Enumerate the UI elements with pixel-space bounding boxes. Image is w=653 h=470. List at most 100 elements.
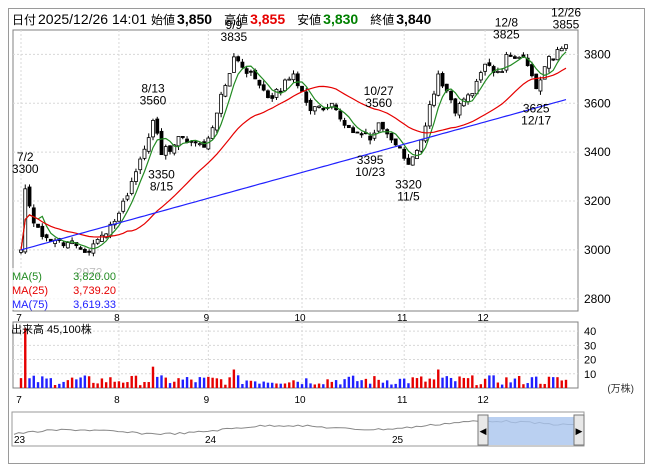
volume-bar [479, 384, 483, 388]
volume-bar [66, 380, 70, 388]
candle-body [261, 84, 266, 91]
candle-body [432, 93, 436, 106]
volume-bar [292, 380, 295, 388]
candle-body [487, 62, 492, 66]
volume-bar [83, 375, 87, 388]
candle-body [278, 90, 283, 93]
candle-body [227, 73, 232, 87]
candle-body [40, 225, 45, 237]
volume-bar [134, 375, 138, 388]
volume-bar [300, 384, 304, 388]
candle-body [240, 61, 245, 68]
navigator-tick-label: 25 [392, 435, 404, 446]
volume-bar [462, 377, 466, 388]
volume-bar [356, 381, 359, 388]
volume-bar [36, 382, 40, 388]
candle-body [547, 56, 551, 69]
volume-bar [360, 380, 363, 388]
candle-body [99, 234, 104, 242]
candle-body [291, 73, 296, 81]
volume-tick-label: 40 [584, 326, 596, 338]
candle-body [295, 73, 300, 87]
volume-bar [488, 375, 491, 388]
volume-bar [147, 382, 150, 388]
range-navigator[interactable]: ◀ ▶ 23 24 25 [11, 411, 585, 447]
candle-body [389, 133, 394, 141]
candle-body [342, 120, 347, 126]
volume-bar [373, 376, 376, 388]
candle-body [214, 112, 219, 131]
volume-bar [471, 375, 474, 388]
volume-bar [364, 378, 368, 388]
volume-tick-label: 30 [584, 340, 596, 352]
candle-body [466, 94, 470, 102]
candle-body [19, 249, 23, 253]
volume-bar [394, 383, 397, 388]
candle-body [202, 141, 206, 148]
candle-body [406, 157, 411, 165]
candle-body [249, 70, 253, 73]
candle-body [65, 242, 70, 249]
legend-ma25-value: 3,739.20 [73, 285, 116, 297]
volume-bar [339, 384, 342, 388]
volume-bar [428, 378, 431, 388]
price-tick-label: 3200 [584, 194, 611, 208]
volume-bar [547, 376, 551, 388]
volume-bar [351, 375, 355, 388]
candle-body [151, 120, 155, 138]
volume-bar [317, 383, 321, 388]
candle-body [440, 73, 445, 87]
volume-bar [398, 378, 402, 388]
volume-bar [224, 384, 227, 388]
month-tick-label: 10 [294, 395, 306, 406]
volume-bar [58, 383, 61, 388]
volume-bar [211, 377, 214, 388]
volume-bar [241, 384, 244, 388]
volume-bar [377, 379, 380, 388]
candle-body [134, 171, 138, 182]
volume-bar [330, 381, 334, 388]
candle-body [436, 73, 441, 96]
candle-body [223, 85, 228, 97]
candle-body [266, 90, 270, 99]
candle-body [538, 79, 543, 92]
volume-bar [517, 376, 521, 388]
volume-bar [160, 375, 163, 388]
candle-body [346, 124, 351, 129]
volume-bar [53, 385, 57, 388]
volume-bar [258, 383, 261, 388]
volume-bar [104, 382, 108, 388]
candle-body [483, 63, 488, 72]
candle-body [508, 54, 513, 57]
candle-body [419, 139, 424, 152]
candle-body [457, 103, 462, 116]
candle-body [415, 150, 419, 159]
volume-bar [407, 383, 410, 388]
volume-bar [313, 384, 316, 388]
volume-bar [322, 384, 325, 388]
candle-body [321, 108, 326, 111]
volume-bar [245, 380, 248, 388]
navigator-tick-label: 23 [14, 435, 26, 446]
candle-body [159, 130, 164, 156]
volume-bar [343, 379, 346, 388]
candle-body [78, 247, 83, 250]
month-tick-label: 7 [16, 395, 22, 406]
volume-bar [130, 375, 133, 388]
candle-body [142, 148, 147, 159]
candle-body [500, 71, 505, 73]
stock-chart: 7/2330029728/13356033508/159/9383510/273… [11, 6, 634, 447]
volume-bar [70, 377, 74, 388]
volume-bar [19, 378, 23, 388]
candle-body [427, 104, 432, 127]
candle-body [368, 135, 373, 141]
candle-body [274, 88, 279, 98]
volume-bar [87, 376, 91, 388]
volume-bar [49, 378, 53, 388]
volume-bar [475, 385, 478, 388]
volume-bar [271, 382, 274, 388]
candle-body [176, 136, 181, 147]
candle-body [355, 131, 360, 134]
volume-bar [190, 379, 193, 388]
navigator-selection [486, 417, 574, 445]
